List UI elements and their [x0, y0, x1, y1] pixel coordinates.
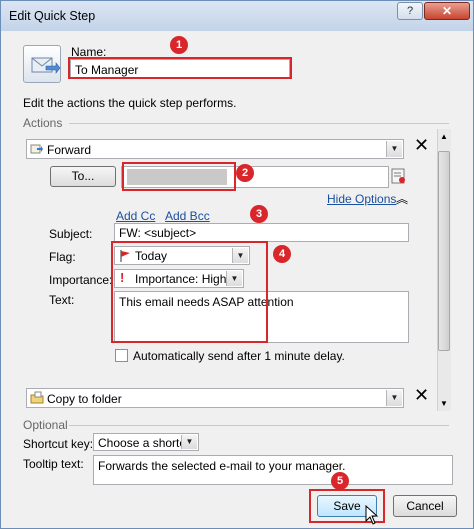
- annotation-badge-5: 5: [331, 472, 349, 490]
- to-button[interactable]: To...: [50, 166, 116, 187]
- add-bcc-link[interactable]: Add Bcc: [165, 209, 210, 223]
- description-text: Edit the actions the quick step performs…: [23, 96, 237, 110]
- optional-label: Optional: [23, 418, 68, 432]
- subject-label: Subject:: [49, 227, 93, 241]
- flag-label: Flag:: [49, 250, 76, 264]
- delete-action-icon[interactable]: ✕: [414, 135, 429, 155]
- shortcut-select[interactable]: Choose a shortcut ▼: [93, 433, 199, 451]
- scroll-down-icon[interactable]: ▼: [438, 397, 450, 411]
- annotation-badge-3: 3: [250, 205, 268, 223]
- highlight-box-2: [122, 162, 236, 191]
- help-button[interactable]: ?: [397, 2, 423, 20]
- delete-copy-action-icon[interactable]: ✕: [414, 385, 429, 405]
- annotation-badge-4: 4: [273, 245, 291, 263]
- chevron-down-icon[interactable]: ▼: [386, 390, 402, 406]
- hide-options-link[interactable]: Hide Options: [327, 192, 396, 206]
- copy-action-select[interactable]: Copy to folder ▼: [26, 388, 404, 408]
- annotation-badge-1: 1: [170, 36, 188, 54]
- annotation-badge-2: 2: [236, 164, 254, 182]
- quick-step-icon: [23, 45, 61, 83]
- action-type-value: Forward: [47, 143, 92, 157]
- forward-icon: [30, 142, 44, 159]
- close-button[interactable]: ✕: [424, 2, 470, 20]
- optional-divider: [69, 425, 449, 426]
- edit-quick-step-dialog: Edit Quick Step ? ✕ Name: To Manager 1 E…: [0, 0, 474, 529]
- add-cc-link[interactable]: Add Cc: [116, 209, 155, 223]
- text-label: Text:: [49, 293, 75, 307]
- tooltip-textarea[interactable]: Forwards the selected e-mail to your man…: [93, 455, 453, 485]
- chevron-down-icon[interactable]: ▼: [386, 141, 402, 157]
- shortcut-label: Shortcut key:: [23, 437, 94, 451]
- chevron-down-icon[interactable]: ▼: [181, 435, 197, 449]
- highlight-box-1: [68, 57, 292, 79]
- actions-divider: [69, 123, 449, 124]
- check-names-icon[interactable]: [391, 167, 407, 185]
- tooltip-label: Tooltip text:: [23, 457, 84, 471]
- cancel-button[interactable]: Cancel: [393, 495, 457, 517]
- subject-input[interactable]: FW: <subject>: [114, 223, 409, 242]
- actions-label: Actions: [23, 116, 63, 130]
- window-title: Edit Quick Step: [9, 9, 96, 23]
- auto-send-checkbox[interactable]: [115, 349, 128, 362]
- scroll-up-icon[interactable]: ▲: [438, 130, 450, 144]
- auto-send-label: Automatically send after 1 minute delay.: [133, 349, 345, 363]
- actions-scrollbar-thumb[interactable]: [438, 151, 450, 351]
- copy-action-value: Copy to folder: [47, 392, 122, 406]
- importance-label: Importance:: [49, 273, 113, 287]
- collapse-icon[interactable]: ︽: [396, 190, 408, 207]
- mouse-cursor-icon: [365, 504, 379, 528]
- action-type-select[interactable]: Forward ▼: [26, 139, 404, 159]
- highlight-box-4: [111, 241, 268, 343]
- title-bar: Edit Quick Step ? ✕: [1, 1, 473, 31]
- copy-folder-icon: [30, 391, 44, 408]
